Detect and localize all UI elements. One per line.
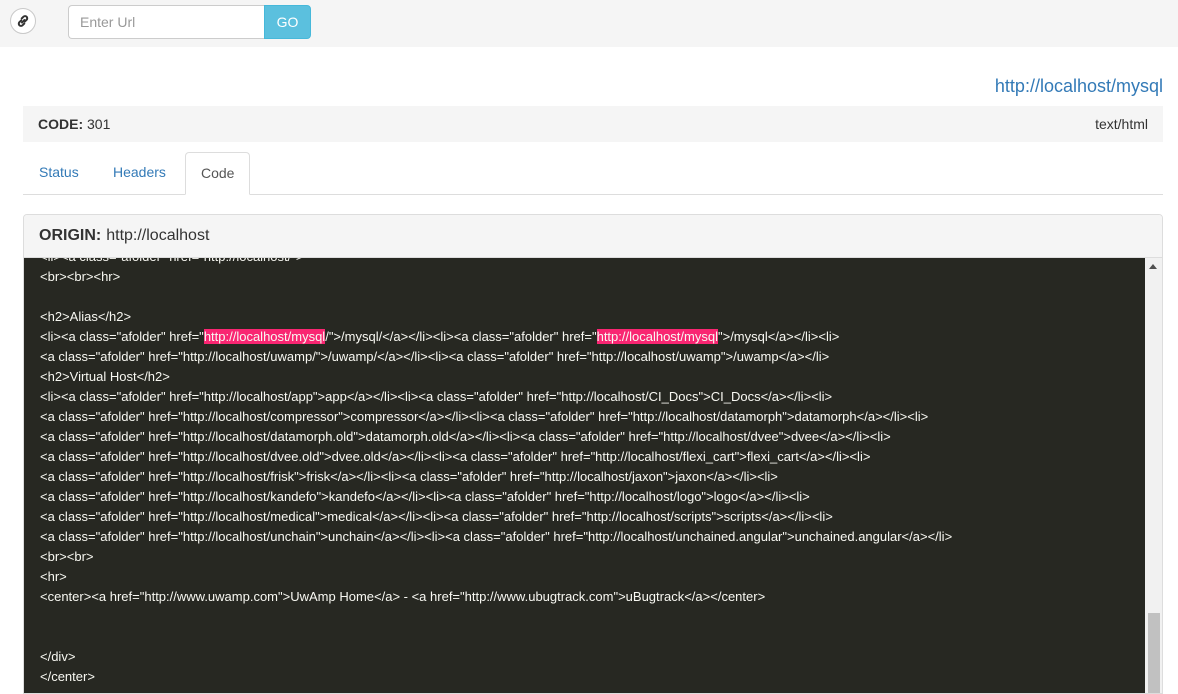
tab-status[interactable]: Status	[24, 152, 94, 194]
status-code: CODE: 301	[38, 116, 110, 132]
code-line: <br><br>	[40, 549, 94, 564]
highlighted-match: http://localhost/mysql	[596, 329, 718, 344]
link-icon[interactable]	[10, 8, 36, 34]
scroll-up-arrow-icon[interactable]	[1149, 264, 1157, 269]
source-code-view[interactable]: <li><a class="afolder" href="http://loca…	[24, 258, 1145, 693]
code-line: <a class="afolder" href="http://localhos…	[40, 529, 953, 544]
code-line: <li><a class="afolder" href="http://loca…	[40, 329, 840, 344]
code-line: <a class="afolder" href="http://localhos…	[40, 489, 810, 504]
code-line: <li><a class="afolder" href="http://loca…	[40, 389, 833, 404]
content-type: text/html	[1095, 116, 1148, 132]
highlighted-match: http://localhost/mysql	[203, 329, 326, 344]
origin-value: http://localhost	[106, 227, 210, 244]
code-line: <h2>Virtual Host</h2>	[40, 369, 170, 384]
url-input[interactable]	[68, 5, 264, 39]
tab-code[interactable]: Code	[185, 152, 251, 195]
code-line: <li><a class="afolder" href="http://loca…	[40, 258, 952, 267]
result-url-link[interactable]: http://localhost/mysql	[995, 76, 1163, 97]
code-label: CODE:	[38, 116, 84, 132]
code-value: 301	[87, 116, 111, 132]
code-line: <br><br><hr>	[40, 269, 121, 284]
status-code-bar: CODE: 301 text/html	[23, 106, 1163, 142]
code-line: <a class="afolder" href="http://localhos…	[40, 509, 833, 524]
panel-heading: ORIGIN: http://localhost	[24, 215, 1162, 258]
code-line: <a class="afolder" href="http://localhos…	[40, 449, 871, 464]
result-tabs: Status Headers Code	[23, 152, 1163, 195]
code-line: </center>	[40, 669, 95, 684]
tab-headers[interactable]: Headers	[98, 152, 181, 194]
code-line: <center><a href="http://www.uwamp.com">U…	[40, 589, 766, 604]
source-code-lines: <li><a class="afolder" href="http://loca…	[40, 258, 952, 687]
code-line: <a class="afolder" href="http://localhos…	[40, 349, 830, 364]
code-line: <h2>Alias</h2>	[40, 309, 132, 324]
code-line: <a class="afolder" href="http://localhos…	[40, 469, 778, 484]
vertical-scrollbar[interactable]	[1145, 258, 1162, 693]
top-bar: GO	[0, 0, 1178, 47]
origin-label: ORIGIN:	[39, 227, 102, 244]
code-line: <a class="afolder" href="http://localhos…	[40, 429, 891, 444]
code-line: </div>	[40, 649, 76, 664]
code-line: <hr>	[40, 569, 67, 584]
code-panel: ORIGIN: http://localhost <li><a class="a…	[23, 214, 1163, 694]
scrollbar-thumb[interactable]	[1148, 613, 1160, 693]
go-button[interactable]: GO	[264, 5, 311, 39]
code-line: <a class="afolder" href="http://localhos…	[40, 409, 929, 424]
